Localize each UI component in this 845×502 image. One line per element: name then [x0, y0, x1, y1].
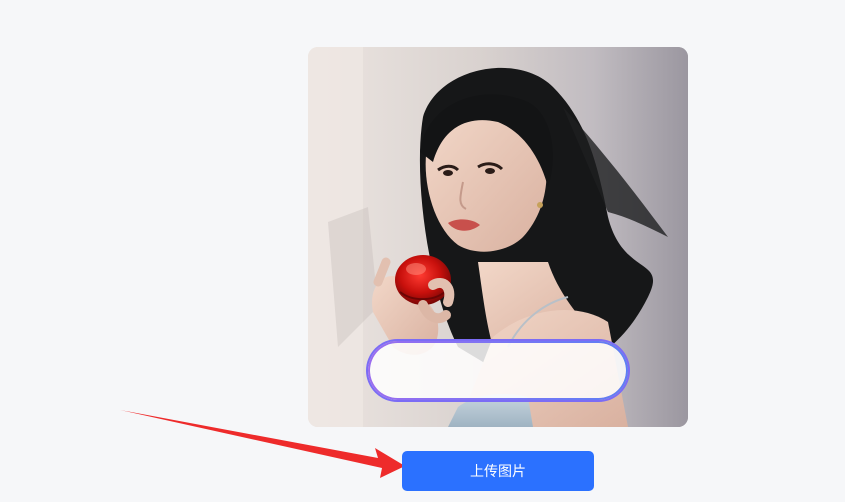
- upload-image-button[interactable]: 上传图片: [402, 451, 594, 491]
- upload-page: 上传图片: [0, 0, 845, 502]
- caption-overlay: [368, 341, 628, 400]
